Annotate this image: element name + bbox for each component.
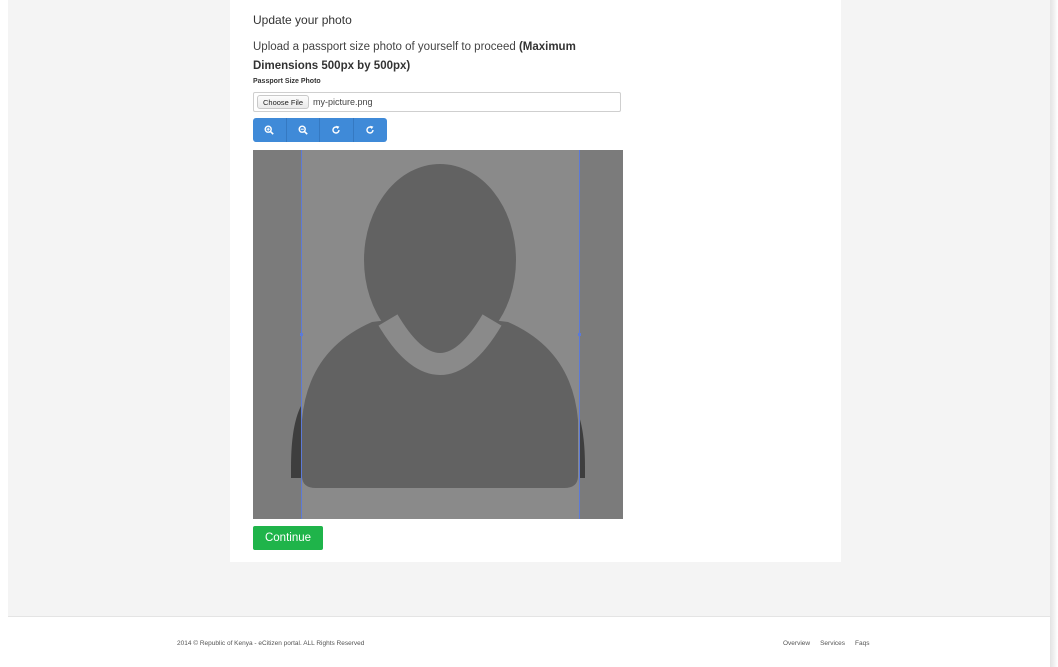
avatar-placeholder-icon — [302, 164, 578, 488]
footer-link-faqs[interactable]: Faqs — [855, 640, 869, 647]
rotate-right-button[interactable] — [353, 118, 387, 142]
footer: 2014 © Republic of Kenya - eCitizen port… — [0, 617, 1050, 667]
selected-file-name: my-picture.png — [313, 97, 373, 107]
footer-link-services[interactable]: Services — [820, 640, 845, 647]
zoom-out-icon — [298, 125, 308, 135]
passport-photo-label: Passport Size Photo — [253, 78, 321, 85]
page-title: Update your photo — [253, 13, 352, 27]
crop-handle-right[interactable] — [578, 333, 581, 336]
continue-button[interactable]: Continue — [253, 526, 323, 550]
file-input[interactable]: Choose File my-picture.png — [253, 92, 621, 112]
rotate-left-button[interactable] — [320, 118, 354, 142]
instructions-text: Upload a passport size photo of yourself… — [253, 41, 519, 53]
crop-toolbar — [253, 118, 387, 142]
zoom-out-button[interactable] — [286, 118, 320, 142]
zoom-in-button[interactable] — [253, 118, 287, 142]
zoom-in-icon — [264, 125, 275, 135]
rotate-right-icon — [366, 125, 374, 134]
crop-handle-left[interactable] — [300, 333, 303, 336]
photo-cropper[interactable] — [253, 150, 623, 519]
copyright-text: 2014 © Republic of Kenya - eCitizen port… — [177, 640, 365, 647]
footer-link-overview[interactable]: Overview — [783, 640, 810, 647]
upload-instructions: Upload a passport size photo of yourself… — [253, 38, 618, 76]
rotate-left-icon — [332, 125, 340, 134]
crop-box[interactable] — [300, 150, 581, 519]
window-shadow — [1050, 0, 1058, 667]
main-content-area: Update your photo Upload a passport size… — [8, 0, 1051, 617]
choose-file-button[interactable]: Choose File — [257, 95, 310, 109]
footer-links: Overview Services Faqs — [783, 640, 869, 647]
photo-upload-card: Update your photo Upload a passport size… — [230, 0, 841, 562]
